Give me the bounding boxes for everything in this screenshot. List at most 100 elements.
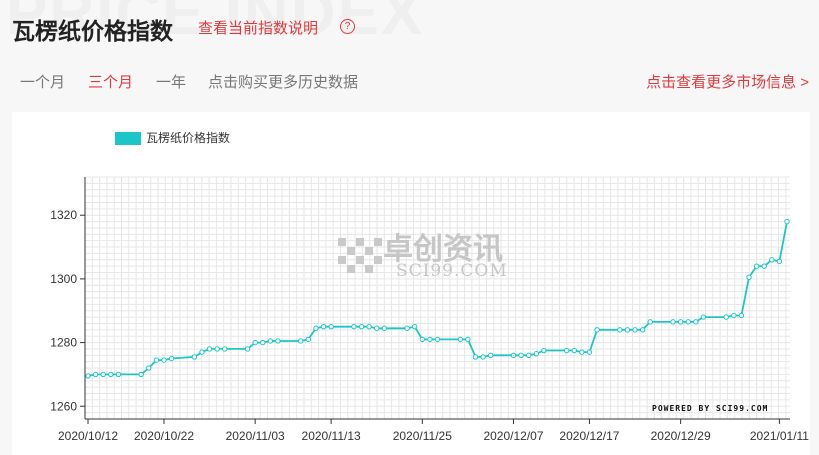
data-point [206, 346, 213, 352]
data-point [191, 354, 198, 360]
data-point [320, 323, 327, 330]
data-point [115, 371, 122, 378]
data-point [146, 365, 152, 371]
logo-block [356, 256, 364, 264]
x-tick-label: 2020/11/25 [393, 429, 452, 443]
sci99-logo-icon [338, 238, 382, 273]
data-point [487, 352, 494, 359]
logo-block [338, 256, 346, 264]
data-point [510, 352, 517, 359]
data-point [480, 354, 486, 360]
data-point [617, 327, 623, 333]
data-point [472, 354, 479, 360]
data-point [563, 347, 570, 354]
data-point [222, 346, 228, 352]
data-point [761, 263, 767, 269]
data-point [731, 312, 737, 319]
data-point [624, 327, 631, 333]
watermark-en: SCI99.COM [396, 261, 508, 281]
page-title: 瓦楞纸价格指数 [12, 18, 173, 44]
data-point [647, 319, 653, 325]
data-point [168, 355, 175, 362]
data-point [138, 371, 144, 378]
x-tick-label: 2020/10/12 [58, 429, 118, 443]
x-tick-label: 2020/11/13 [302, 429, 361, 443]
y-tick-label: 1260 [50, 399, 77, 413]
data-point [427, 336, 433, 343]
legend-swatch [115, 132, 141, 145]
data-point [579, 349, 585, 355]
data-point [108, 371, 114, 378]
chart-panel: 卓创资讯 SCI99.COM POWERED BY SCI99.COM 1260… [12, 112, 810, 455]
data-point [769, 257, 775, 263]
tab-one-month[interactable]: 一个月 [20, 71, 65, 92]
data-point [670, 319, 676, 325]
index-explanation-link[interactable]: 查看当前指数说明 [198, 17, 318, 38]
data-point [92, 371, 99, 378]
data-point [746, 274, 752, 281]
buy-history-data-link[interactable]: 点击购买更多历史数据 [208, 71, 358, 92]
data-point [685, 319, 691, 325]
x-tick-label: 2020/10/22 [134, 429, 194, 443]
x-axis-ticks: 2020/10/12 2020/10/22 2020/11/03 2020/11/13… [58, 419, 809, 443]
tab-three-months[interactable]: 三个月 [88, 71, 133, 92]
data-point [700, 314, 707, 320]
data-point [153, 357, 160, 363]
data-point [214, 346, 220, 352]
legend-label: 瓦楞纸价格指数 [146, 130, 230, 145]
data-point [305, 336, 312, 343]
data-point [738, 312, 745, 319]
logo-block [347, 247, 355, 255]
legend: 瓦楞纸价格指数 [115, 130, 230, 145]
y-axis-ticks: 1260 1280 1300 1320 [50, 208, 85, 413]
data-point [275, 338, 281, 344]
data-point [244, 346, 251, 352]
help-icon[interactable]: ? [340, 19, 355, 34]
data-point [677, 319, 684, 325]
data-point [351, 323, 357, 330]
data-point [639, 327, 646, 333]
more-market-info-link[interactable]: 点击查看更多市场信息 > [646, 71, 809, 92]
data-point [753, 263, 760, 269]
data-point [457, 336, 463, 343]
data-point [412, 323, 418, 330]
data-point [381, 325, 388, 331]
logo-block [338, 238, 346, 246]
data-point [419, 336, 426, 343]
data-point [594, 327, 600, 333]
data-point [100, 371, 106, 378]
x-tick-label: 2020/12/07 [483, 429, 543, 443]
chart-grid [84, 176, 790, 420]
data-point [533, 351, 539, 357]
data-point [632, 327, 638, 333]
data-point [267, 338, 274, 344]
x-tick-label: 2020/12/29 [651, 429, 711, 443]
x-tick-label: 2021/01/11 [750, 429, 809, 443]
data-point [374, 325, 380, 331]
logo-block [356, 238, 364, 246]
y-tick-label: 1280 [50, 336, 77, 350]
data-point [366, 323, 372, 330]
logo-block [374, 238, 382, 246]
tab-one-year[interactable]: 一年 [156, 71, 186, 92]
data-point [465, 336, 471, 343]
data-point [723, 314, 729, 320]
data-point [161, 357, 167, 363]
page-header: PRICE INDEX 瓦楞纸价格指数 查看当前指数说明 ? [0, 0, 819, 55]
data-point [434, 336, 441, 343]
data-point [298, 338, 304, 344]
logo-block [365, 247, 373, 255]
data-point [313, 325, 319, 331]
data-point [260, 339, 266, 346]
data-point [586, 349, 593, 355]
data-point [541, 347, 547, 354]
logo-block [347, 265, 355, 273]
data-point [571, 347, 577, 354]
data-point [199, 349, 205, 355]
data-point [784, 218, 790, 225]
logo-block [365, 265, 373, 273]
data-point [404, 325, 410, 331]
data-point [525, 352, 532, 359]
data-point [358, 323, 365, 330]
chart-watermark: 卓创资讯 SCI99.COM POWERED BY SCI99.COM [338, 232, 767, 413]
